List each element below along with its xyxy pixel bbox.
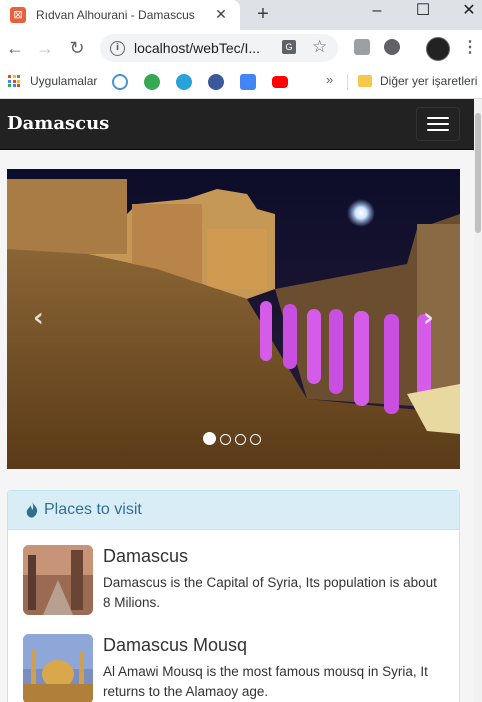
maximize-icon[interactable]: ☐ bbox=[408, 0, 438, 24]
browser-toolbar: ← → ↻ i localhost/webTec/I... G ☆ ⋮ bbox=[0, 30, 482, 66]
bookmark-star-icon[interactable]: ☆ bbox=[312, 37, 327, 57]
carousel-next-icon[interactable]: › bbox=[423, 303, 434, 333]
site-navbar: Damascus bbox=[0, 99, 474, 150]
place-title[interactable]: Damascus bbox=[103, 546, 188, 567]
carousel-indicator-dot[interactable] bbox=[250, 434, 261, 445]
mosque-thumbnail bbox=[23, 634, 93, 702]
carousel-indicator-dot[interactable] bbox=[235, 434, 246, 445]
close-window-icon[interactable]: ✕ bbox=[454, 0, 482, 24]
google-translate-icon[interactable] bbox=[240, 74, 256, 90]
browser-tab[interactable]: ⊠ Rıdvan Alhourani - Damascus ✕ bbox=[0, 0, 240, 30]
place-title[interactable]: Damascus Mousq bbox=[103, 635, 247, 656]
hamburger-line-icon bbox=[427, 123, 449, 125]
carousel-indicator-dot[interactable] bbox=[203, 432, 216, 445]
panel-title: Places to visit bbox=[44, 501, 142, 518]
fire-icon bbox=[26, 501, 38, 518]
place-description: Damascus is the Capital of Syria, Its po… bbox=[103, 575, 437, 610]
url-text: localhost/webTec/I... bbox=[134, 40, 261, 56]
hamburger-line-icon bbox=[427, 129, 449, 131]
other-bookmarks[interactable]: Diğer yer işaretleri bbox=[380, 74, 477, 88]
page-scrollbar[interactable] bbox=[474, 99, 482, 702]
page-viewport: Damascus ‹ › Places to visit Damascus Da… bbox=[0, 99, 474, 702]
citadel-night-photo bbox=[7, 169, 460, 469]
xampp-favicon-icon: ⊠ bbox=[10, 7, 26, 23]
image-carousel[interactable]: ‹ › bbox=[7, 169, 460, 469]
site-brand[interactable]: Damascus bbox=[7, 113, 109, 134]
hamburger-line-icon bbox=[427, 117, 449, 119]
extension-chat-icon[interactable] bbox=[384, 39, 400, 55]
places-panel: Places to visit Damascus Damascus is the… bbox=[7, 490, 460, 702]
carousel-indicators bbox=[203, 432, 265, 445]
close-tab-icon[interactable]: ✕ bbox=[213, 6, 229, 22]
translate-icon[interactable]: G bbox=[282, 40, 296, 54]
bookmarks-bar: Uygulamalar » Diğer yer işaretleri bbox=[0, 66, 482, 99]
reload-icon[interactable]: ↻ bbox=[66, 37, 88, 59]
profile-avatar[interactable] bbox=[426, 37, 450, 61]
navbar-toggle-button[interactable] bbox=[416, 107, 460, 141]
youtube-icon[interactable] bbox=[272, 76, 288, 88]
panel-heading: Places to visit bbox=[8, 491, 459, 530]
minimize-icon[interactable]: – bbox=[362, 0, 392, 24]
bookmark-swirl-icon[interactable] bbox=[112, 74, 128, 90]
tab-title: Rıdvan Alhourani - Damascus bbox=[36, 8, 195, 22]
place-description: Al Amawi Mousq is the most famous mousq … bbox=[103, 664, 428, 699]
apps-grid-icon[interactable] bbox=[8, 75, 20, 87]
bookmark-green-icon[interactable] bbox=[144, 74, 160, 90]
carousel-prev-icon[interactable]: ‹ bbox=[33, 303, 44, 333]
more-bookmarks-icon[interactable]: » bbox=[326, 72, 333, 87]
info-icon[interactable]: i bbox=[110, 41, 125, 56]
browser-menu-icon[interactable]: ⋮ bbox=[462, 37, 478, 59]
folder-icon bbox=[358, 75, 372, 87]
scrollbar-thumb[interactable] bbox=[475, 113, 481, 233]
bookmark-globe-icon[interactable] bbox=[208, 74, 224, 90]
back-icon[interactable]: ← bbox=[4, 37, 26, 59]
address-bar[interactable]: i localhost/webTec/I... G ☆ bbox=[100, 34, 338, 62]
extension-icon[interactable] bbox=[354, 39, 370, 55]
damascus-thumbnail bbox=[23, 545, 93, 615]
forward-icon[interactable]: → bbox=[34, 37, 56, 59]
tab-strip: ⊠ Rıdvan Alhourani - Damascus ✕ + – ☐ ✕ bbox=[0, 0, 482, 30]
new-tab-icon[interactable]: + bbox=[252, 3, 274, 25]
telegram-icon[interactable] bbox=[176, 74, 192, 90]
carousel-indicator-dot[interactable] bbox=[220, 434, 231, 445]
apps-bookmark[interactable]: Uygulamalar bbox=[30, 74, 97, 88]
bookmark-separator bbox=[347, 74, 348, 90]
